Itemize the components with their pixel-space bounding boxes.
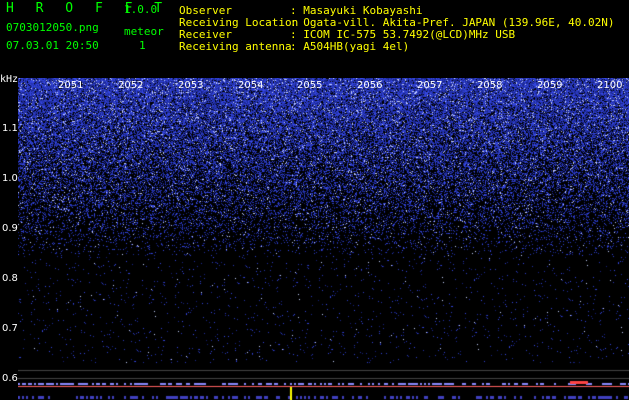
meteor-count: 1: [139, 39, 146, 52]
x-tick: 2051: [58, 80, 84, 91]
x-tick: 2057: [417, 80, 443, 91]
x-tick: 2059: [537, 80, 563, 91]
y-tick: 0.8: [2, 273, 18, 284]
app-version: 1.0.0: [124, 3, 158, 16]
filename-label: 0703012050.png: [6, 21, 99, 34]
x-tick: 2058: [477, 80, 503, 91]
meteor-label: meteor: [124, 25, 164, 38]
x-tick: 2055: [297, 80, 323, 91]
antenna-value: : A504HB(yagi 4el): [290, 40, 410, 53]
y-tick: 0.6: [2, 373, 18, 384]
x-tick: 2054: [238, 80, 264, 91]
x-tick: 2056: [357, 80, 383, 91]
y-tick: 1.1: [2, 123, 18, 134]
x-tick: 2053: [178, 80, 204, 91]
datetime-label: 07.03.01 20:50: [6, 39, 99, 52]
x-tick: 2052: [118, 80, 144, 91]
y-tick: 0.9: [2, 223, 18, 234]
spectrogram-canvas: [18, 78, 629, 400]
antenna-label: Receiving antenna: [179, 40, 292, 53]
y-tick: 0.7: [2, 323, 18, 334]
y-axis-unit: kHz: [0, 74, 19, 85]
x-tick: 2100: [597, 80, 623, 91]
y-tick: 1.0: [2, 173, 18, 184]
